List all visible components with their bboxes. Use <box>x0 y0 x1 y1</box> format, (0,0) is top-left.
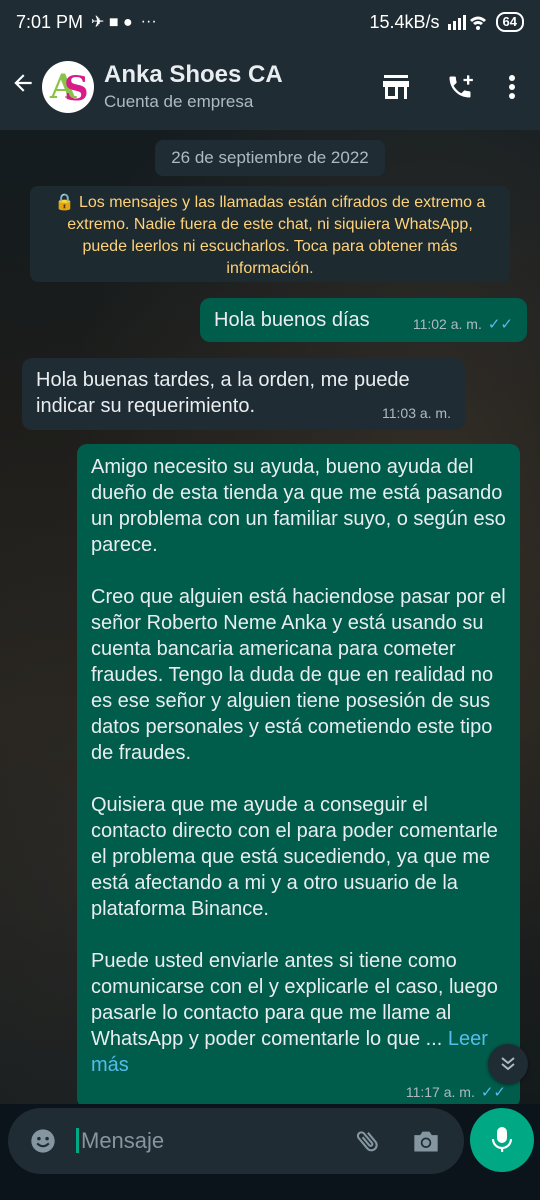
emoji-button[interactable] <box>20 1127 66 1155</box>
chat-header: A S Anka Shoes CA Cuenta de empresa <box>0 44 540 130</box>
signal-wifi-icon <box>447 15 486 30</box>
scroll-to-bottom-button[interactable] <box>488 1044 528 1084</box>
message-input[interactable]: Mensaje <box>66 1127 338 1155</box>
camera-icon <box>414 1131 438 1152</box>
date-separator: 26 de septiembre de 2022 <box>155 140 385 176</box>
add-call-icon <box>449 75 473 98</box>
mic-icon <box>491 1127 513 1152</box>
more-vert-icon <box>509 75 515 99</box>
emoji-icon <box>31 1129 55 1153</box>
message-time: 11:03 a. m. <box>381 405 451 421</box>
contact-info[interactable]: Anka Shoes CA Cuenta de empresa <box>104 61 364 113</box>
message-time: 11:02 a. m. ✓✓ <box>412 316 513 333</box>
camera-button[interactable] <box>398 1128 454 1154</box>
message-input-container[interactable]: Mensaje <box>8 1108 464 1174</box>
notification-icons: ✈ ■ ● <box>91 14 133 31</box>
attach-icon <box>356 1131 378 1152</box>
message-bubble-outgoing-long[interactable]: Amigo necesito su ayuda, bueno ayuda del… <box>77 444 520 1108</box>
input-bar: Mensaje <box>0 1104 540 1200</box>
chevron-down-icon <box>501 1057 515 1071</box>
network-speed: 15.4kB/s <box>369 11 440 32</box>
message-bubble-incoming[interactable]: Hola buenas tardes, a la orden, me puede… <box>22 358 465 430</box>
mic-button[interactable] <box>470 1108 534 1172</box>
status-bar: 7:01 PM ✈ ■ ● ··· 15.4kB/s 64 <box>0 0 540 44</box>
back-button[interactable] <box>8 70 38 104</box>
message-time: 11:17 a. m. ✓✓ <box>405 1084 506 1101</box>
arrow-left-icon <box>14 74 32 92</box>
read-ticks-icon: ✓✓ <box>480 1084 506 1101</box>
read-ticks-icon: ✓✓ <box>487 316 513 333</box>
store-button[interactable] <box>364 63 428 111</box>
attach-button[interactable] <box>338 1127 398 1155</box>
message-text: Hola buenas tardes, a la orden, me puede… <box>36 369 410 417</box>
contact-subtitle: Cuenta de empresa <box>104 92 254 111</box>
chat-area[interactable]: 26 de septiembre de 2022 🔒 Los mensajes … <box>0 130 540 1110</box>
message-bubble-outgoing[interactable]: Hola buenos días 11:02 a. m. ✓✓ <box>200 298 527 342</box>
avatar-logo-s: S <box>64 69 89 109</box>
menu-button[interactable] <box>492 63 532 111</box>
message-text: Amigo necesito su ayuda, bueno ayuda del… <box>91 456 506 1050</box>
encryption-notice[interactable]: 🔒 Los mensajes y las llamadas están cifr… <box>30 186 510 282</box>
avatar[interactable]: A S <box>42 61 94 113</box>
contact-name: Anka Shoes CA <box>104 61 283 88</box>
more-notifications-icon: ··· <box>140 13 157 30</box>
clock: 7:01 PM <box>16 11 84 32</box>
add-call-button[interactable] <box>428 63 492 111</box>
battery-indicator: 64 <box>495 12 524 32</box>
message-placeholder: Mensaje <box>76 1128 165 1153</box>
message-text: Hola buenos días <box>214 309 370 331</box>
store-icon <box>383 75 409 99</box>
